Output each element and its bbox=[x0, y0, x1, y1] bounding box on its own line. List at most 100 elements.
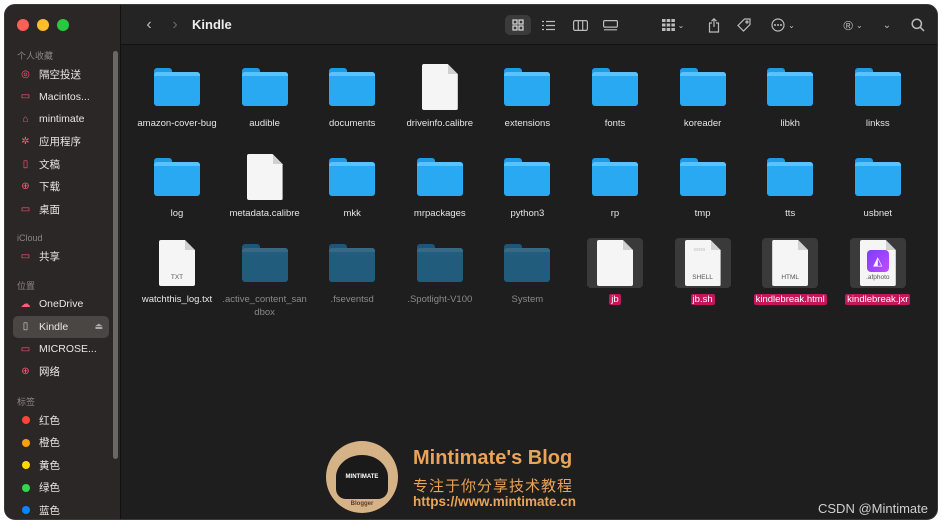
zoom-button[interactable] bbox=[57, 19, 69, 31]
folder-item[interactable]: rp bbox=[572, 152, 658, 221]
sidebar-tag[interactable]: 蓝色 bbox=[5, 499, 121, 519]
item-name: rp bbox=[610, 208, 620, 219]
item-name: usbnet bbox=[863, 208, 893, 219]
sidebar-item[interactable]: ⌂ mintimate bbox=[5, 108, 121, 131]
folder-item[interactable]: linkss bbox=[835, 62, 921, 131]
folder-item[interactable]: tts bbox=[747, 152, 833, 221]
folder-item[interactable]: .Spotlight-V100 bbox=[397, 238, 483, 307]
share-button[interactable] bbox=[703, 15, 725, 35]
sidebar-item[interactable]: ▭ MICROSE... bbox=[5, 338, 121, 361]
folder-item[interactable]: .active_content_sandbox bbox=[222, 238, 308, 319]
eject-icon[interactable]: ⏏ bbox=[94, 321, 103, 332]
folder-item[interactable]: koreader bbox=[660, 62, 746, 131]
icon-view-button[interactable] bbox=[505, 15, 531, 35]
file-item[interactable]: HTML kindlebreak.html bbox=[747, 238, 833, 307]
item-icon-wrap: ◭ .afphoto bbox=[849, 238, 906, 288]
folder-item[interactable]: usbnet bbox=[835, 152, 921, 221]
registered-app-button[interactable]: ® ⌄ bbox=[837, 15, 869, 35]
folder-item[interactable]: log bbox=[134, 152, 220, 221]
item-icon-wrap bbox=[587, 152, 643, 202]
sidebar-scrollbar[interactable] bbox=[113, 51, 118, 459]
file-item[interactable]: driveinfo.calibre bbox=[397, 62, 483, 131]
file-item[interactable]: TXT watchthis_log.txt bbox=[134, 238, 220, 307]
item-name: linkss bbox=[865, 118, 890, 129]
item-icon-wrap bbox=[850, 62, 906, 112]
item-name: watchthis_log.txt bbox=[141, 294, 213, 305]
item-name-container: mrpackages bbox=[397, 208, 483, 221]
item-name-container: libkh bbox=[747, 118, 833, 131]
chevron-right-icon: › bbox=[172, 16, 178, 33]
sidebar-tag[interactable]: 橙色 bbox=[5, 432, 121, 455]
folder-item[interactable]: mrpackages bbox=[397, 152, 483, 221]
sidebar-tag[interactable]: 绿色 bbox=[5, 477, 121, 500]
folder-item[interactable]: .fseventsd bbox=[309, 238, 395, 307]
item-name: driveinfo.calibre bbox=[406, 118, 474, 129]
column-view-button[interactable] bbox=[567, 15, 593, 35]
sidebar-tag[interactable]: 黄色 bbox=[5, 454, 121, 477]
item-name-container: metadata.calibre bbox=[222, 208, 308, 221]
sidebar-section: 标签红色橙色黄色绿色 蓝色 bbox=[5, 395, 121, 519]
folder-item[interactable]: fonts bbox=[572, 62, 658, 131]
sidebar-item-label: Macintos... bbox=[39, 90, 90, 103]
search-icon bbox=[911, 18, 925, 32]
sidebar-item[interactable]: ◎ 隔空投送 bbox=[5, 63, 121, 86]
group-button[interactable]: ⌄ bbox=[657, 15, 689, 35]
close-button[interactable] bbox=[17, 19, 29, 31]
item-icon-wrap: TXT bbox=[149, 238, 205, 288]
sidebar-item-label: 桌面 bbox=[39, 203, 60, 216]
credit-text: CSDN @Mintimate bbox=[818, 501, 928, 516]
item-icon-wrap bbox=[237, 238, 293, 288]
folder-icon bbox=[767, 158, 814, 196]
folder-item[interactable]: System bbox=[484, 238, 570, 307]
sidebar-tag[interactable]: 红色 bbox=[5, 409, 121, 432]
list-view-button[interactable] bbox=[535, 15, 561, 35]
minimize-button[interactable] bbox=[37, 19, 49, 31]
folder-icon bbox=[679, 68, 726, 106]
file-item[interactable]: metadata.calibre bbox=[222, 152, 308, 221]
item-name: python3 bbox=[510, 208, 545, 219]
gallery-view-button[interactable] bbox=[597, 15, 623, 35]
sidebar-item[interactable]: ▯ Kindle ⏏ bbox=[13, 315, 109, 338]
folder-item[interactable]: libkh bbox=[747, 62, 833, 131]
folder-icon bbox=[154, 68, 200, 106]
sidebar-item[interactable]: ⊕ 下载 bbox=[5, 176, 121, 199]
search-button[interactable] bbox=[907, 15, 929, 35]
folder-item[interactable]: documents bbox=[309, 62, 395, 131]
folder-item[interactable]: audible bbox=[222, 62, 308, 131]
folder-item[interactable]: mkk bbox=[309, 152, 395, 221]
action-button[interactable]: ⌄ bbox=[766, 15, 800, 35]
item-icon-wrap bbox=[675, 62, 731, 112]
sidebar-item-label: 下载 bbox=[39, 181, 60, 194]
back-button[interactable]: ‹ bbox=[139, 15, 159, 35]
watermark-url: https://www.mintimate.cn bbox=[413, 494, 577, 509]
sidebar-item[interactable]: ☁ OneDrive bbox=[5, 293, 121, 316]
ellipsis-circle-icon bbox=[771, 18, 785, 32]
sidebar-item[interactable]: ▭ 共享 bbox=[5, 245, 121, 268]
sidebar-tag-label: 橙色 bbox=[39, 437, 60, 450]
sidebar-item[interactable]: ⊕ 网络 bbox=[5, 361, 121, 384]
window-controls bbox=[17, 19, 69, 31]
file-item[interactable]: ≡≡≡≡≡ SHELL jb.sh bbox=[660, 238, 746, 307]
item-name: koreader bbox=[683, 118, 722, 129]
sidebar-item[interactable]: ▭ 桌面 bbox=[5, 198, 121, 221]
item-name: jb.sh bbox=[690, 294, 715, 305]
logo-text: MINTIMATE bbox=[336, 455, 388, 499]
file-item[interactable]: jb bbox=[572, 238, 658, 307]
forward-button[interactable]: › bbox=[165, 15, 185, 35]
item-name: audible bbox=[249, 118, 280, 129]
more-toolbar-button[interactable]: ⌄ bbox=[877, 15, 897, 35]
folder-item[interactable]: extensions bbox=[484, 62, 570, 131]
folder-item[interactable]: tmp bbox=[660, 152, 746, 221]
sidebar-item[interactable]: ▯ 文稿 bbox=[5, 153, 121, 176]
sidebar-heading: 标签 bbox=[17, 397, 36, 407]
file-type-label: HTML bbox=[781, 274, 800, 281]
sidebar-item[interactable]: ▭ Macintos... bbox=[5, 86, 121, 109]
sidebar-tag-label: 黄色 bbox=[39, 459, 60, 472]
tag-button[interactable] bbox=[733, 15, 755, 35]
folder-item[interactable]: python3 bbox=[484, 152, 570, 221]
group-grid-icon bbox=[661, 19, 675, 31]
sidebar-item[interactable]: ✲ 应用程序 bbox=[5, 131, 121, 154]
folder-item[interactable]: amazon-cover-bug bbox=[134, 62, 220, 131]
document-icon bbox=[421, 64, 458, 110]
file-item[interactable]: ◭ .afphoto kindlebreak.jxr bbox=[835, 238, 921, 307]
